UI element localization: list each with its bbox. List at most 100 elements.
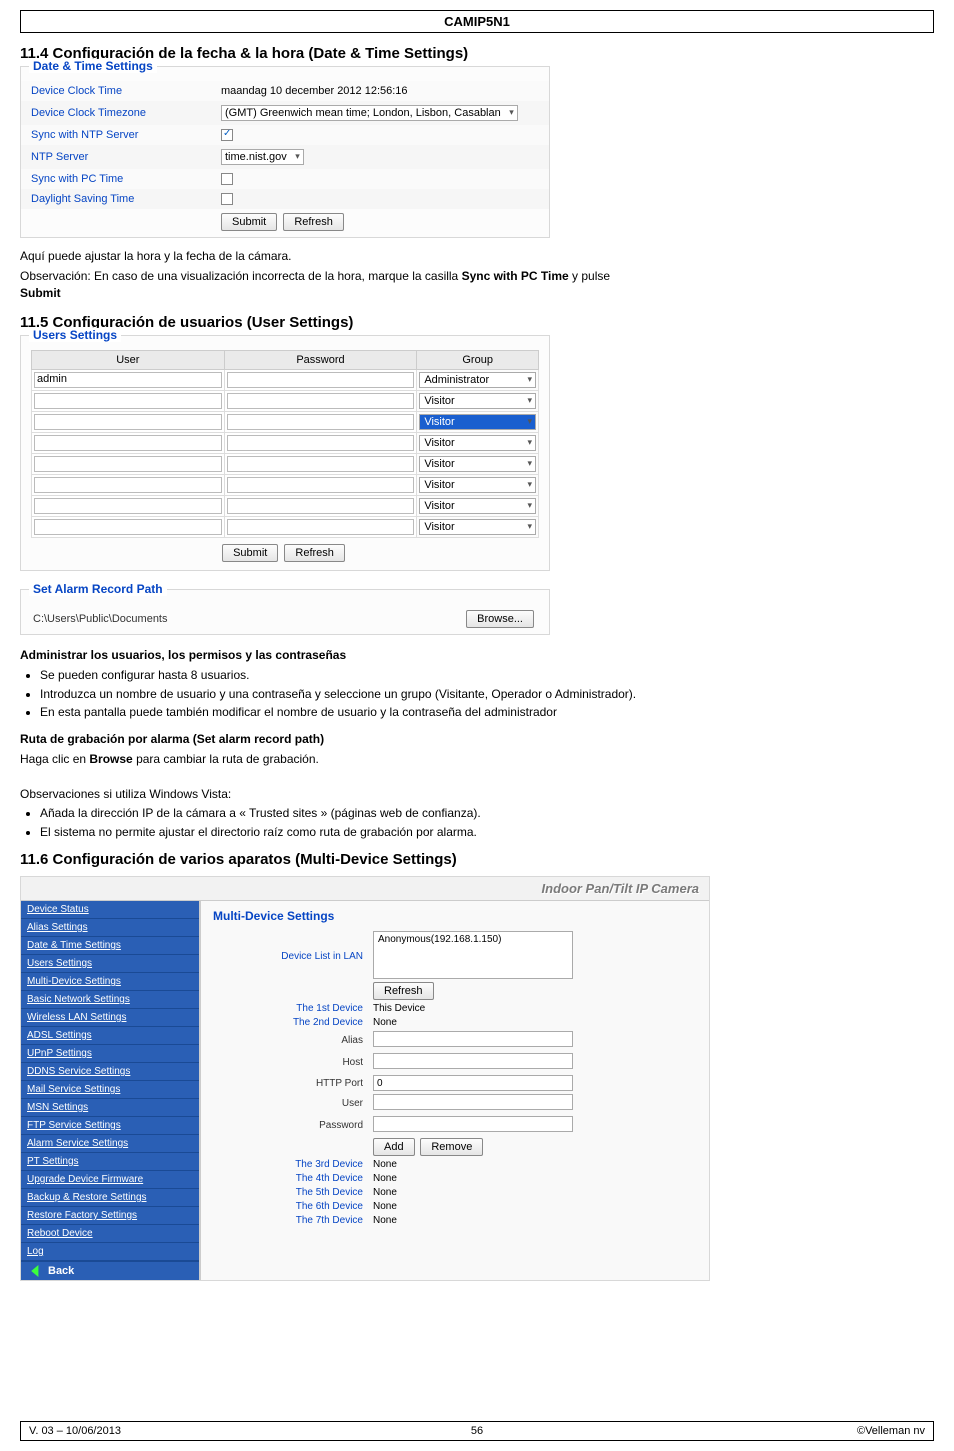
admin-subtitle: Administrar los usuarios, los permisos y… <box>20 647 934 664</box>
password-input-1[interactable] <box>227 372 415 388</box>
submit-button[interactable]: Submit <box>221 213 277 231</box>
sidebar-item-restore-factory-settings[interactable]: Restore Factory Settings <box>21 1207 199 1225</box>
user-input-6[interactable] <box>34 477 222 493</box>
sidebar-item-pt-settings[interactable]: PT Settings <box>21 1153 199 1171</box>
group-select-7[interactable]: Visitor <box>419 498 536 514</box>
back-arrow-icon <box>29 1265 43 1277</box>
sidebar-item-wireless-lan-settings[interactable]: Wireless LAN Settings <box>21 1009 199 1027</box>
multi-device-main: Multi-Device Settings Device List in LAN… <box>199 901 709 1280</box>
value-device-clock-time: maandag 10 december 2012 12:56:16 <box>221 85 539 97</box>
sidebar-item-mail-service-settings[interactable]: Mail Service Settings <box>21 1081 199 1099</box>
group-select-4[interactable]: Visitor <box>419 435 536 451</box>
sidebar-item-device-status[interactable]: Device Status <box>21 901 199 919</box>
record-path-value: C:\Users\Public\Documents <box>33 613 426 625</box>
group-select-3[interactable]: Visitor <box>419 414 536 430</box>
user-input-1[interactable]: admin <box>34 372 222 388</box>
col-group: Group <box>417 351 539 370</box>
obs-bullet-2: El sistema no permite ajustar el directo… <box>40 824 934 841</box>
label-5th-device[interactable]: The 5th Device <box>296 1187 363 1198</box>
label-sync-ntp: Sync with NTP Server <box>31 129 221 141</box>
group-select-8[interactable]: Visitor <box>419 519 536 535</box>
host-input[interactable] <box>373 1053 573 1069</box>
sidebar-item-adsl-settings[interactable]: ADSL Settings <box>21 1027 199 1045</box>
label-4th-device[interactable]: The 4th Device <box>296 1173 363 1184</box>
label-2nd-device[interactable]: The 2nd Device <box>293 1017 363 1028</box>
sidebar-item-basic-network-settings[interactable]: Basic Network Settings <box>21 991 199 1009</box>
label-6th-device[interactable]: The 6th Device <box>296 1201 363 1212</box>
sidebar-item-upnp-settings[interactable]: UPnP Settings <box>21 1045 199 1063</box>
users-refresh-button[interactable]: Refresh <box>284 544 345 562</box>
back-button[interactable]: Back <box>21 1261 199 1280</box>
label-3rd-device[interactable]: The 3rd Device <box>295 1159 363 1170</box>
sync-ntp-checkbox[interactable] <box>221 129 233 141</box>
label-1st-device[interactable]: The 1st Device <box>296 1003 363 1014</box>
sidebar-item-reboot-device[interactable]: Reboot Device <box>21 1225 199 1243</box>
password-input-8[interactable] <box>227 519 415 535</box>
group-select-6[interactable]: Visitor <box>419 477 536 493</box>
password-input[interactable] <box>373 1116 573 1132</box>
timezone-select[interactable]: (GMT) Greenwich mean time; London, Lisbo… <box>221 105 518 121</box>
user-input-7[interactable] <box>34 498 222 514</box>
sidebar-item-multi-device-settings[interactable]: Multi-Device Settings <box>21 973 199 991</box>
group-select-1[interactable]: Administrator <box>419 372 536 388</box>
footer-center: 56 <box>325 1422 629 1440</box>
value-7th-device: None <box>373 1215 397 1226</box>
col-password: Password <box>224 351 417 370</box>
user-input-5[interactable] <box>34 456 222 472</box>
alias-input[interactable] <box>373 1031 573 1047</box>
section-11-5-title: 11.5 Configuración de usuarios (User Set… <box>20 314 934 331</box>
lan-device-list[interactable]: Anonymous(192.168.1.150) <box>373 931 573 979</box>
camera-banner: Indoor Pan/Tilt IP Camera <box>21 877 709 901</box>
password-input-6[interactable] <box>227 477 415 493</box>
label-host: Host <box>213 1057 373 1068</box>
route-subtitle: Ruta de grabación por alarma (Set alarm … <box>20 731 934 748</box>
password-input-4[interactable] <box>227 435 415 451</box>
add-button[interactable]: Add <box>373 1138 415 1156</box>
http-port-input[interactable]: 0 <box>373 1075 573 1091</box>
password-input-3[interactable] <box>227 414 415 430</box>
sidebar-item-date-time-settings[interactable]: Date & Time Settings <box>21 937 199 955</box>
multi-device-legend: Multi-Device Settings <box>213 909 697 923</box>
group-select-5[interactable]: Visitor <box>419 456 536 472</box>
sidebar-item-msn-settings[interactable]: MSN Settings <box>21 1099 199 1117</box>
user-input-8[interactable] <box>34 519 222 535</box>
sidebar-item-log[interactable]: Log <box>21 1243 199 1261</box>
password-input-2[interactable] <box>227 393 415 409</box>
sidebar-item-ftp-service-settings[interactable]: FTP Service Settings <box>21 1117 199 1135</box>
sidebar-item-backup-restore-settings[interactable]: Backup & Restore Settings <box>21 1189 199 1207</box>
date-time-button-row: Submit Refresh <box>21 209 549 237</box>
group-select-2[interactable]: Visitor <box>419 393 536 409</box>
user-input-3[interactable] <box>34 414 222 430</box>
password-input-5[interactable] <box>227 456 415 472</box>
settings-sidebar: Device Status Alias Settings Date & Time… <box>21 901 199 1280</box>
sec114-note2a: Observación: En caso de una visualizació… <box>20 269 462 283</box>
back-label: Back <box>48 1265 74 1277</box>
sidebar-item-ddns-service-settings[interactable]: DDNS Service Settings <box>21 1063 199 1081</box>
user-input[interactable] <box>373 1094 573 1110</box>
ntp-server-select[interactable]: time.nist.gov <box>221 149 304 165</box>
route-text-b: Browse <box>89 752 132 766</box>
row-sync-pc: Sync with PC Time <box>21 169 549 189</box>
password-input-7[interactable] <box>227 498 415 514</box>
lan-refresh-button[interactable]: Refresh <box>373 982 434 1000</box>
sidebar-item-users-settings[interactable]: Users Settings <box>21 955 199 973</box>
label-7th-device[interactable]: The 7th Device <box>296 1215 363 1226</box>
sync-pc-checkbox[interactable] <box>221 173 233 185</box>
sidebar-item-upgrade-device-firmware[interactable]: Upgrade Device Firmware <box>21 1171 199 1189</box>
page-footer: V. 03 – 10/06/2013 56 ©Velleman nv <box>20 1421 934 1441</box>
users-submit-button[interactable]: Submit <box>222 544 278 562</box>
user-input-4[interactable] <box>34 435 222 451</box>
value-6th-device: None <box>373 1201 397 1212</box>
sidebar-item-alarm-service-settings[interactable]: Alarm Service Settings <box>21 1135 199 1153</box>
remove-button[interactable]: Remove <box>420 1138 483 1156</box>
user-row-3: Visitor <box>32 412 539 433</box>
sec114-note1: Aquí puede ajustar la hora y la fecha de… <box>20 248 934 265</box>
section-11-6-title: 11.6 Configuración de varios aparatos (M… <box>20 851 934 868</box>
route-text-c: para cambiar la ruta de grabación. <box>133 752 319 766</box>
row-sync-ntp: Sync with NTP Server <box>21 125 549 145</box>
browse-button[interactable]: Browse... <box>466 610 534 628</box>
dst-checkbox[interactable] <box>221 193 233 205</box>
user-input-2[interactable] <box>34 393 222 409</box>
refresh-button[interactable]: Refresh <box>283 213 344 231</box>
sidebar-item-alias-settings[interactable]: Alias Settings <box>21 919 199 937</box>
